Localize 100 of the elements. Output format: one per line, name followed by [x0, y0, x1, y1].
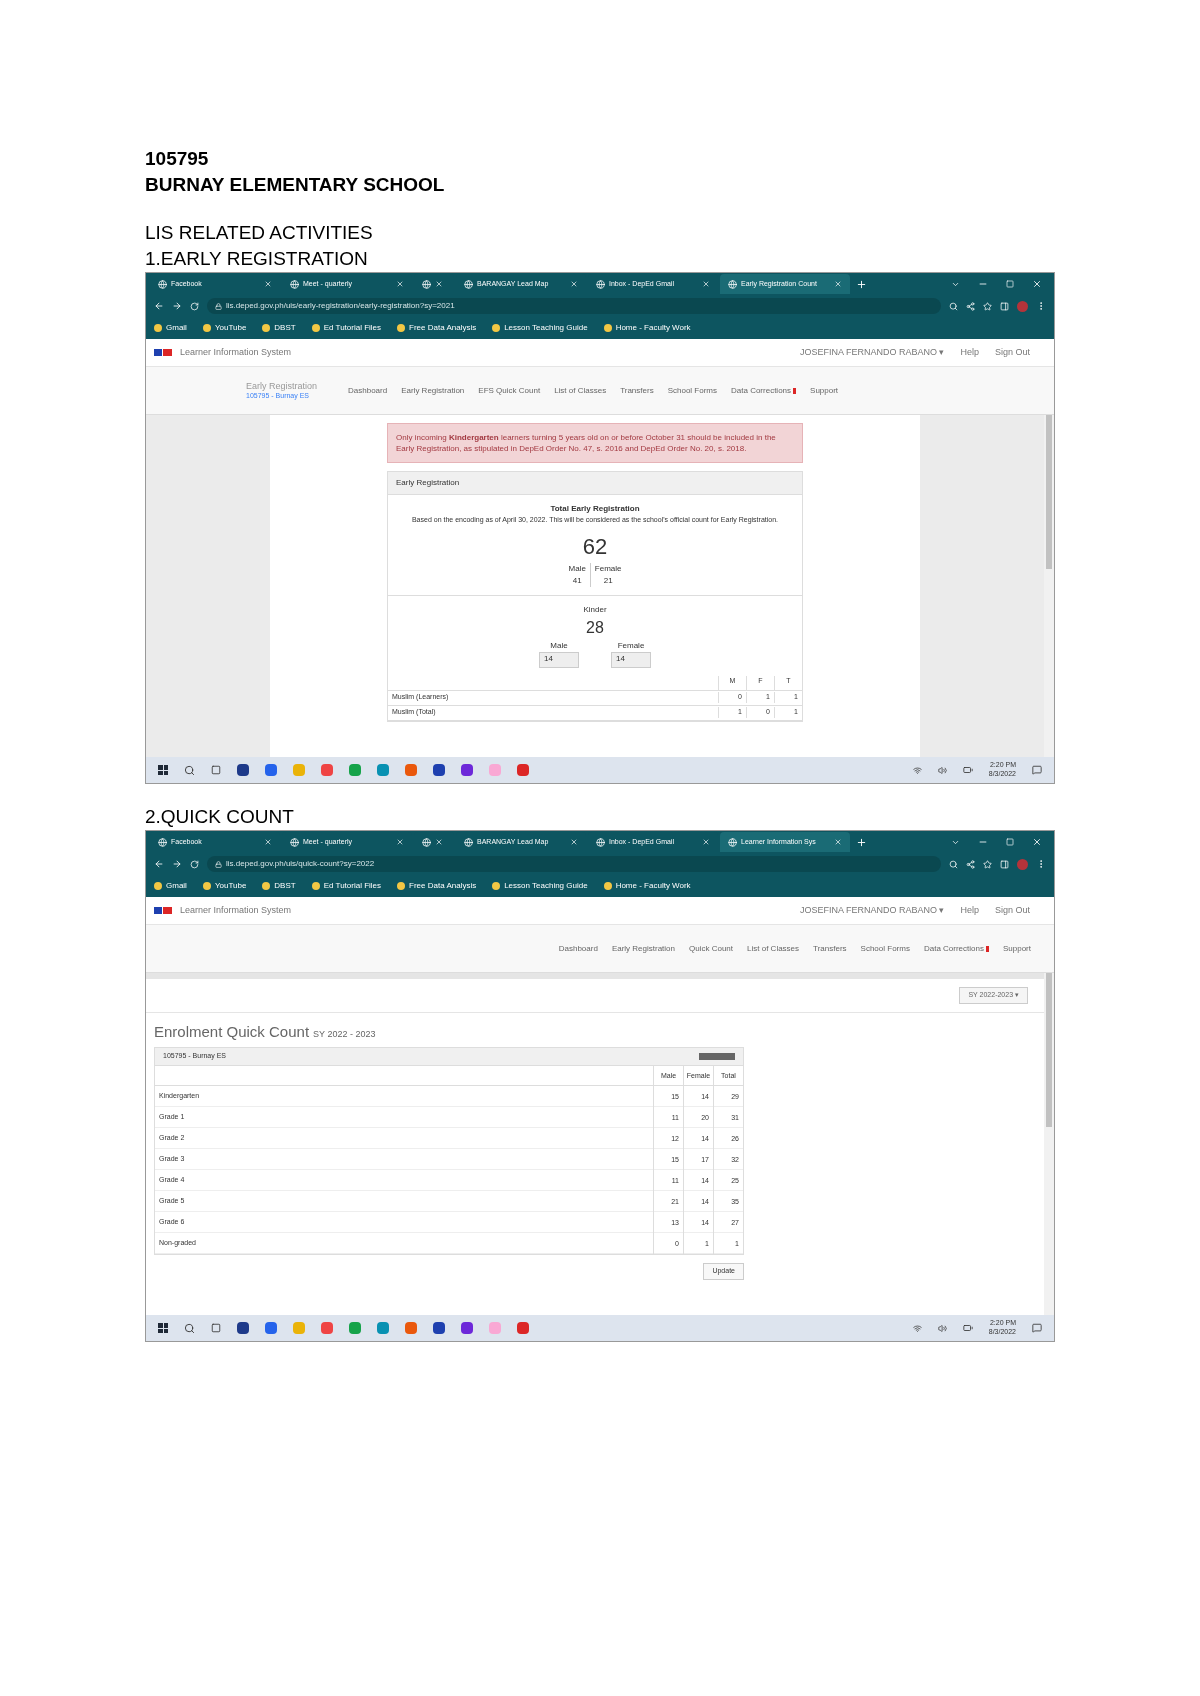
nav-link[interactable]: EFS Quick Count — [478, 384, 541, 397]
bookmark[interactable]: YouTube — [202, 880, 247, 892]
close-icon[interactable] — [264, 838, 272, 846]
forward-icon[interactable] — [172, 301, 182, 311]
new-tab-icon[interactable] — [856, 278, 867, 290]
forward-icon[interactable] — [172, 859, 182, 869]
nav-link[interactable]: Dashboard — [348, 384, 388, 397]
search-icon[interactable] — [949, 301, 958, 311]
bookmark[interactable]: DBST — [262, 322, 296, 334]
maximize-icon[interactable] — [1006, 838, 1014, 846]
notifications-icon[interactable] — [1032, 1323, 1042, 1333]
close-icon[interactable] — [1032, 279, 1042, 289]
start-icon[interactable] — [158, 1323, 168, 1333]
maximize-icon[interactable] — [1006, 280, 1014, 288]
reload-icon[interactable] — [190, 859, 199, 869]
scrollbar[interactable] — [1044, 973, 1054, 1315]
nav-link[interactable]: Support — [810, 384, 839, 397]
user-menu[interactable]: JOSEFINA FERNANDO RABANO ▾ — [799, 903, 945, 918]
bookmark[interactable]: Ed Tutorial Files — [311, 880, 382, 892]
close-icon[interactable] — [702, 280, 710, 288]
close-icon[interactable] — [1032, 837, 1042, 847]
page-title: Enrolment Quick Count — [154, 1021, 310, 1042]
nav-link[interactable]: Early Registration — [611, 942, 675, 955]
app-icon[interactable] — [265, 1322, 277, 1334]
close-icon[interactable] — [396, 838, 404, 846]
close-icon[interactable] — [702, 838, 710, 846]
app-icon[interactable] — [461, 1322, 473, 1334]
nav-link[interactable]: Early Registration — [401, 384, 465, 397]
bookmark[interactable]: Home - Faculty Work — [603, 880, 691, 892]
app-icon[interactable] — [433, 1322, 445, 1334]
new-tab-icon[interactable] — [856, 836, 867, 848]
app-icon[interactable] — [461, 764, 473, 776]
nav-link[interactable]: Quick Count — [689, 942, 734, 955]
header-link[interactable]: Help — [960, 345, 979, 360]
app-icon[interactable] — [517, 764, 529, 776]
app-icon[interactable] — [237, 1322, 249, 1334]
bookmark-icon — [603, 324, 612, 332]
back-icon[interactable] — [154, 859, 164, 869]
address-bar[interactable]: lis.deped.gov.ph/uis/early-registration/early-registration?sy=2021 — [207, 298, 941, 314]
bookmark-icon — [154, 882, 162, 890]
bookmark[interactable]: Home - Faculty Work — [603, 322, 691, 334]
close-icon[interactable] — [834, 280, 842, 288]
share-icon[interactable] — [966, 859, 975, 869]
side-panel-icon[interactable] — [1000, 301, 1009, 311]
count-field[interactable]: 14 — [539, 651, 579, 668]
search-icon[interactable] — [184, 1322, 195, 1334]
status-badge — [699, 1053, 735, 1060]
scrollbar[interactable] — [1044, 415, 1054, 757]
close-icon[interactable] — [396, 280, 404, 288]
header-link[interactable]: Sign Out — [994, 903, 1030, 918]
nav-link[interactable]: School Forms — [667, 384, 717, 397]
user-menu[interactable]: JOSEFINA FERNANDO RABANO ▾ — [799, 345, 945, 360]
nav-link[interactable]: Transfers — [620, 384, 654, 397]
lock-icon — [215, 860, 222, 868]
star-icon[interactable] — [983, 301, 992, 311]
notifications-icon[interactable] — [1032, 765, 1042, 775]
bookmark[interactable]: Lesson Teaching Guide — [492, 322, 588, 334]
bookmark[interactable]: Free Data Analysis — [397, 322, 477, 334]
back-icon[interactable] — [154, 301, 164, 311]
start-icon[interactable] — [158, 765, 168, 775]
close-icon[interactable] — [435, 280, 443, 288]
close-icon[interactable] — [264, 280, 272, 288]
nav-link[interactable]: List of Classes — [554, 384, 607, 397]
share-icon[interactable] — [966, 301, 975, 311]
close-icon[interactable] — [570, 838, 578, 846]
app-icon[interactable] — [433, 764, 445, 776]
bookmark[interactable]: Gmail — [154, 880, 187, 892]
close-icon[interactable] — [834, 838, 842, 846]
app-icon[interactable] — [517, 1322, 529, 1334]
bookmark[interactable]: Lesson Teaching Guide — [492, 880, 588, 892]
star-icon[interactable] — [983, 859, 992, 869]
nav-link[interactable]: Data Corrections — [731, 384, 797, 397]
close-icon[interactable] — [435, 838, 443, 846]
search-icon[interactable] — [949, 859, 958, 869]
nav-link[interactable]: Dashboard — [558, 942, 598, 955]
close-icon[interactable] — [570, 280, 578, 288]
reload-icon[interactable] — [190, 301, 199, 311]
nav-link[interactable]: Support — [1002, 942, 1031, 955]
search-icon[interactable] — [184, 764, 195, 776]
bookmark[interactable]: YouTube — [202, 322, 247, 334]
bookmark[interactable]: Ed Tutorial Files — [311, 322, 382, 334]
count-field[interactable]: 14 — [611, 651, 651, 668]
app-icon[interactable] — [237, 764, 249, 776]
nav-link[interactable]: Transfers — [813, 942, 847, 955]
bookmark[interactable]: DBST — [262, 880, 296, 892]
nav-link[interactable]: Data Corrections — [923, 942, 989, 955]
bookmark[interactable]: Gmail — [154, 322, 187, 334]
task-view-icon[interactable] — [211, 765, 221, 775]
site-icon — [290, 279, 299, 289]
nav-link[interactable]: List of Classes — [747, 942, 800, 955]
nav-link[interactable]: School Forms — [860, 942, 910, 955]
task-view-icon[interactable] — [211, 1323, 221, 1333]
side-panel-icon[interactable] — [1000, 859, 1009, 869]
volume-icon — [937, 765, 947, 775]
total-count: 62 — [582, 532, 608, 561]
app-icon[interactable] — [265, 764, 277, 776]
bookmark[interactable]: Free Data Analysis — [397, 880, 477, 892]
address-bar[interactable]: lis.deped.gov.ph/uis/quick-count?sy=2022 — [207, 856, 941, 872]
header-link[interactable]: Sign Out — [994, 345, 1030, 360]
header-link[interactable]: Help — [960, 903, 979, 918]
